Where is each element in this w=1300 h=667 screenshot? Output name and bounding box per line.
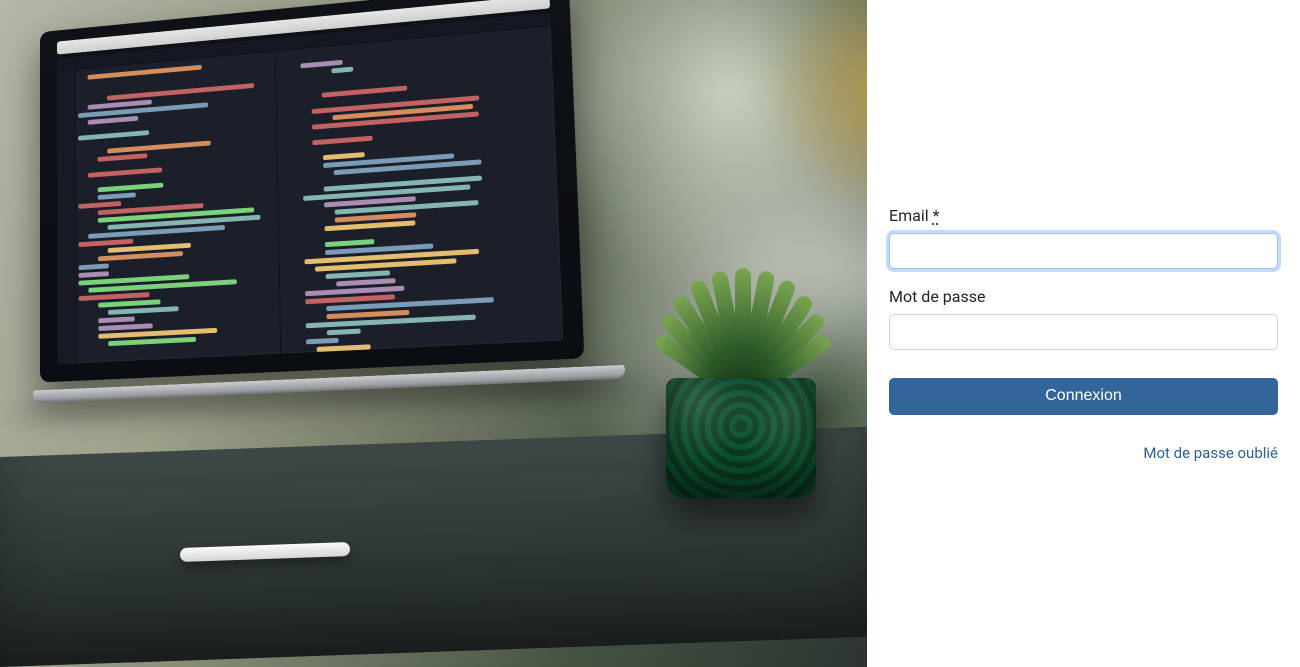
plant-illustration <box>648 252 838 512</box>
login-panel: Email * Mot de passe Connexion Mot de pa… <box>867 0 1300 667</box>
email-label: Email * <box>889 206 1278 225</box>
hero-image <box>0 0 867 667</box>
forgot-password-link[interactable]: Mot de passe oublié <box>1143 444 1278 462</box>
email-label-text: Email <box>889 206 929 225</box>
laptop-illustration <box>40 0 672 530</box>
password-field[interactable] <box>889 314 1278 350</box>
email-field[interactable] <box>889 233 1278 269</box>
login-form: Email * Mot de passe Connexion Mot de pa… <box>889 206 1278 462</box>
submit-button[interactable]: Connexion <box>889 378 1278 415</box>
password-label: Mot de passe <box>889 287 1278 306</box>
required-marker: * <box>933 206 940 225</box>
